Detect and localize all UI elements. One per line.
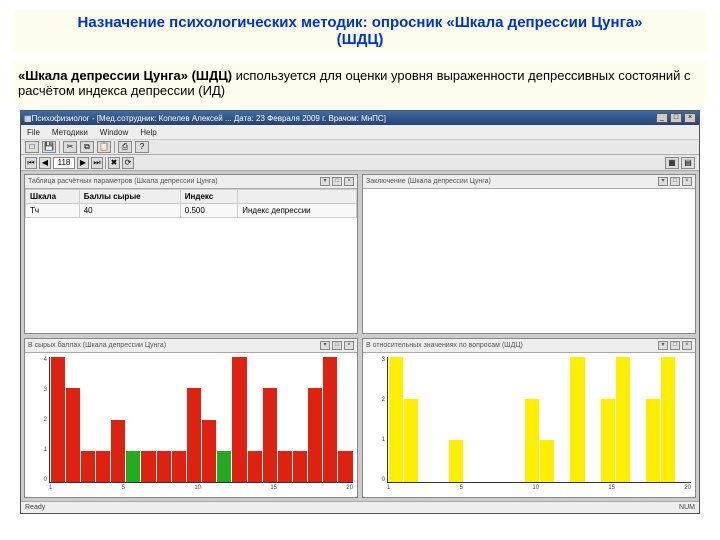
relative-score-chart: 3210 15101520 xyxy=(363,353,695,497)
toolbar-separator xyxy=(114,141,115,153)
toolbar: □ 💾 ✂ ⧉ 📋 ⎙ ? xyxy=(21,139,699,155)
pane-collapse-icon[interactable]: ▾ xyxy=(658,177,668,186)
chart-bar xyxy=(278,451,292,482)
chart-bar xyxy=(248,451,262,482)
toolbar-separator xyxy=(59,141,60,153)
app-window: ▦ Психофизиолог - [Мед.сотрудник: Копеле… xyxy=(20,110,700,514)
chart-bar xyxy=(389,357,403,482)
menu-window[interactable]: Window xyxy=(100,128,128,137)
chart-bar xyxy=(157,451,171,482)
pane-close-icon[interactable]: × xyxy=(344,341,354,350)
toolbar-chart-icon[interactable]: ▤ xyxy=(681,157,695,169)
slide-title: Назначение психологических методик: опро… xyxy=(10,6,710,56)
pane-collapse-icon[interactable]: ▾ xyxy=(658,341,668,350)
table-header-row: Шкала Баллы сырые Индекс xyxy=(26,190,357,204)
toolbar-new-icon[interactable]: □ xyxy=(25,141,39,153)
pane-collapse-icon[interactable]: ▾ xyxy=(320,177,330,186)
status-num: NUM xyxy=(679,504,695,511)
raw-score-chart: 43210 15101520 xyxy=(25,353,357,497)
table-row[interactable]: Тч 40 0.500 Индекс депрессии xyxy=(26,204,357,218)
chart-bar xyxy=(81,451,95,482)
chart-bar xyxy=(616,357,630,482)
pane-maximize-icon[interactable]: □ xyxy=(332,341,342,350)
pane-relative-chart: В относительных значениях по вопросам (Ш… xyxy=(362,338,696,498)
toolbar-copy-icon[interactable]: ⧉ xyxy=(80,141,94,153)
pane-maximize-icon[interactable]: □ xyxy=(670,341,680,350)
chart-bar xyxy=(126,451,140,482)
chart-bar xyxy=(646,399,660,482)
panes-grid: Таблица расчётных параметров (Шкала депр… xyxy=(21,171,699,501)
close-button[interactable]: × xyxy=(684,113,696,123)
pane-close-icon[interactable]: × xyxy=(682,177,692,186)
window-title: Психофизиолог - [Мед.сотрудник: Копелев … xyxy=(32,114,656,123)
parameters-table: Шкала Баллы сырые Индекс Тч 40 0.500 Инд… xyxy=(25,189,357,218)
chart-bar xyxy=(293,451,307,482)
chart-bar xyxy=(232,357,246,482)
toolbar-paste-icon[interactable]: 📋 xyxy=(97,141,111,153)
chart-bar xyxy=(66,388,80,482)
chart-bar xyxy=(202,420,216,483)
col-desc xyxy=(238,190,357,204)
chart-bar xyxy=(323,357,337,482)
toolbar-layout-icon[interactable]: ▦ xyxy=(665,157,679,169)
nav-refresh-icon[interactable]: ⟳ xyxy=(122,157,134,169)
nav-record-number[interactable]: 118 xyxy=(53,157,75,169)
slide-description: «Шкала депрессии Цунга» (ШДЦ) использует… xyxy=(10,58,710,108)
record-navigator: ⏮ ◀ 118 ▶ ⏭ ✖ ⟳ ▦ ▤ xyxy=(21,155,699,171)
nav-last-icon[interactable]: ⏭ xyxy=(91,157,103,169)
chart-bar xyxy=(525,399,539,482)
col-index: Индекс xyxy=(180,190,237,204)
menu-help[interactable]: Help xyxy=(140,128,156,137)
chart-bar xyxy=(187,388,201,482)
toolbar-cut-icon[interactable]: ✂ xyxy=(63,141,77,153)
pane-maximize-icon[interactable]: □ xyxy=(670,177,680,186)
window-titlebar: ▦ Психофизиолог - [Мед.сотрудник: Копеле… xyxy=(21,111,699,125)
chart-bar xyxy=(540,440,554,482)
chart-bar xyxy=(51,357,65,482)
chart-bar xyxy=(338,451,352,482)
chart-bar xyxy=(404,399,418,482)
pane-title: Таблица расчётных параметров (Шкала депр… xyxy=(28,178,218,185)
status-bar: Ready NUM xyxy=(21,501,699,513)
chart-bar xyxy=(141,451,155,482)
nav-first-icon[interactable]: ⏮ xyxy=(25,157,37,169)
pane-close-icon[interactable]: × xyxy=(344,177,354,186)
menu-bar: File Методики Window Help xyxy=(21,125,699,139)
menu-file[interactable]: File xyxy=(27,128,40,137)
nav-delete-icon[interactable]: ✖ xyxy=(108,157,120,169)
chart-bar xyxy=(661,357,675,482)
pane-title: Заключение (Шкала депрессии Цунга) xyxy=(366,178,491,185)
nav-next-icon[interactable]: ▶ xyxy=(77,157,89,169)
menu-methods[interactable]: Методики xyxy=(52,128,88,137)
pane-collapse-icon[interactable]: ▾ xyxy=(320,341,330,350)
app-icon: ▦ xyxy=(24,114,32,123)
toolbar-print-icon[interactable]: ⎙ xyxy=(118,141,132,153)
chart-bar xyxy=(308,388,322,482)
pane-close-icon[interactable]: × xyxy=(682,341,692,350)
chart-bar xyxy=(263,388,277,482)
pane-title: В относительных значениях по вопросам (Ш… xyxy=(366,342,523,349)
chart-bar xyxy=(172,451,186,482)
chart-bar xyxy=(601,399,615,482)
chart-bar xyxy=(111,420,125,483)
minimize-button[interactable]: _ xyxy=(656,113,668,123)
pane-raw-chart: В сырых баллах (Шкала депрессии Цунга) ▾… xyxy=(24,338,358,498)
pane-parameters-table: Таблица расчётных параметров (Шкала депр… xyxy=(24,174,358,334)
col-raw: Баллы сырые xyxy=(79,190,180,204)
toolbar-help-icon[interactable]: ? xyxy=(135,141,149,153)
pane-conclusion: Заключение (Шкала депрессии Цунга) ▾ □ × xyxy=(362,174,696,334)
nav-prev-icon[interactable]: ◀ xyxy=(39,157,51,169)
maximize-button[interactable]: □ xyxy=(670,113,682,123)
pane-maximize-icon[interactable]: □ xyxy=(332,177,342,186)
status-text: Ready xyxy=(25,504,45,511)
col-scale: Шкала xyxy=(26,190,80,204)
toolbar-separator xyxy=(105,157,106,169)
pane-title: В сырых баллах (Шкала депрессии Цунга) xyxy=(28,342,166,349)
chart-bar xyxy=(96,451,110,482)
chart-bar xyxy=(570,357,584,482)
chart-bar xyxy=(449,440,463,482)
chart-bar xyxy=(217,451,231,482)
toolbar-save-icon[interactable]: 💾 xyxy=(42,141,56,153)
